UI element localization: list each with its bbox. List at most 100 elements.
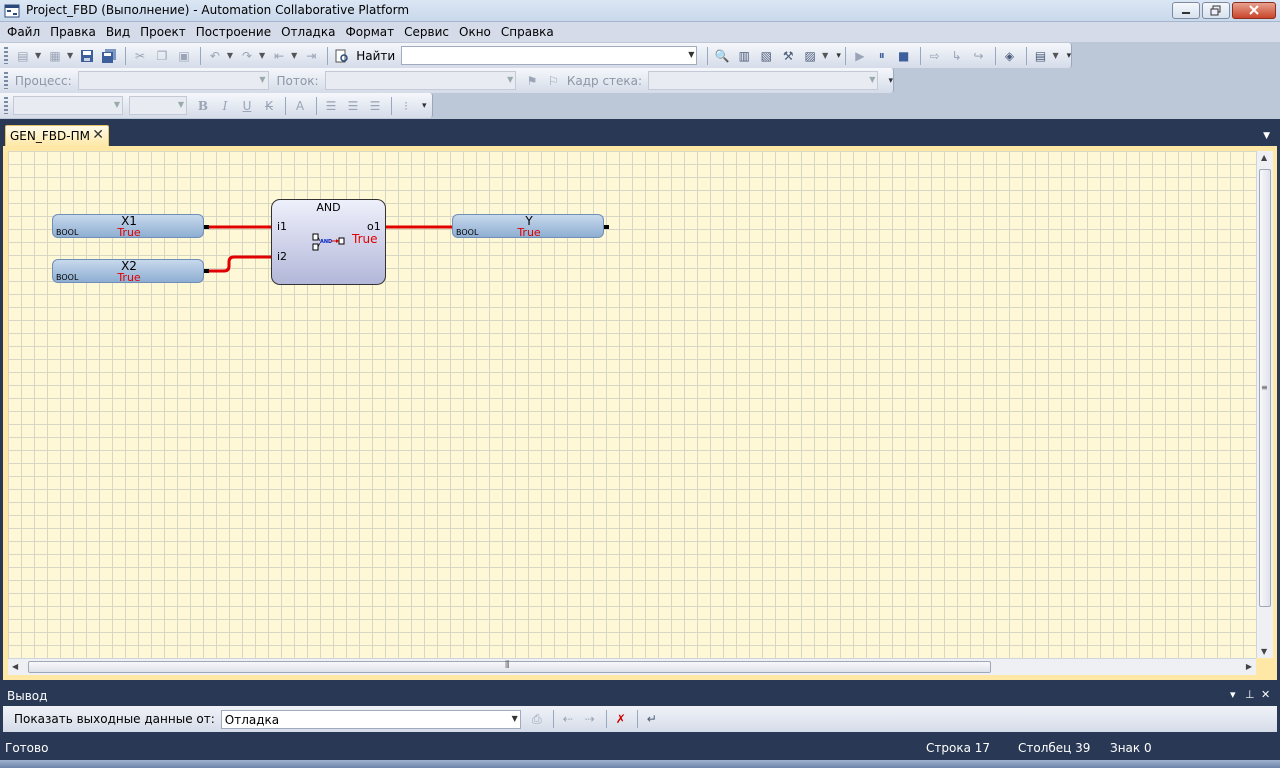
bold-button[interactable]: B (193, 96, 213, 116)
input-variable-x2[interactable]: X2 BOOL True (52, 259, 204, 284)
redo-icon[interactable]: ↷ (237, 46, 257, 66)
chevron-down-icon[interactable]: ▼ (291, 51, 297, 60)
and-function-block[interactable]: AND i1 i2 o1 AND True (271, 199, 386, 285)
chevron-down-icon[interactable]: ▼ (259, 75, 265, 84)
close-tab-icon[interactable]: ✕ (92, 127, 104, 143)
chevron-down-icon[interactable]: ▼ (259, 51, 265, 60)
show-next-statement-icon[interactable]: ⇨ (925, 46, 945, 66)
menu-build[interactable]: Построение (191, 25, 276, 39)
navigate-forward-icon[interactable]: ⇥ (301, 46, 321, 66)
close-button[interactable] (1232, 2, 1276, 19)
paste-icon[interactable]: ▣ (174, 46, 194, 66)
fbd-canvas[interactable]: X1 BOOL True X2 BOOL True AND i1 i2 o1 A… (8, 151, 1256, 658)
align-center-icon[interactable]: ☰ (343, 96, 363, 116)
chevron-down-icon[interactable]: ▼ (869, 75, 875, 84)
toolbar-overflow-icon[interactable]: ▾ (1067, 51, 1072, 61)
input-pin-i1[interactable]: i1 (277, 220, 287, 233)
panel-menu-icon[interactable]: ▾ (1230, 688, 1236, 701)
windows-icon[interactable]: ▨ (800, 46, 820, 66)
breakpoint-icon[interactable]: ◈ (1000, 46, 1020, 66)
chevron-down-icon[interactable]: ▼ (688, 50, 694, 59)
tab-list-icon[interactable]: ▼ (1263, 131, 1270, 141)
scroll-left-icon[interactable]: ◀ (12, 662, 18, 671)
chevron-down-icon[interactable]: ▼ (822, 51, 828, 60)
font-name-combo[interactable]: ▼ (13, 96, 123, 115)
menu-edit[interactable]: Правка (45, 25, 101, 39)
scroll-right-icon[interactable]: ▶ (1246, 662, 1252, 671)
chevron-down-icon[interactable]: ▼ (67, 51, 73, 60)
start-icon[interactable]: ▶ (850, 46, 870, 66)
font-size-combo[interactable]: ▼ (129, 96, 187, 115)
save-icon[interactable] (77, 46, 97, 66)
next-message-icon[interactable]: ⇢ (580, 709, 600, 729)
process-combo[interactable]: ▼ (77, 71, 269, 90)
align-right-icon[interactable]: ☰ (365, 96, 385, 116)
scroll-up-icon[interactable]: ▲ (1261, 153, 1267, 162)
step-over-icon[interactable]: ↪ (969, 46, 989, 66)
toolbox-icon[interactable]: ⚒ (778, 46, 798, 66)
flag-threads-icon[interactable]: ⚐ (544, 71, 563, 91)
properties-icon[interactable]: ▧ (756, 46, 776, 66)
toolbar-grip[interactable] (4, 72, 8, 89)
bullets-icon[interactable]: ⁝ (396, 96, 416, 116)
menu-file[interactable]: Файл (2, 25, 45, 39)
tab-gen-fbd[interactable]: GEN_FBD-ПМ ✕ (5, 125, 109, 146)
output-source-combo[interactable]: Отладка ▼ (220, 709, 521, 729)
input-variable-x1[interactable]: X1 BOOL True (52, 214, 204, 239)
word-wrap-icon[interactable]: ↵ (642, 709, 662, 729)
chevron-down-icon[interactable]: ▼ (507, 75, 513, 84)
toggle-flag-icon[interactable]: ⚑ (522, 71, 541, 91)
menu-view[interactable]: Вид (101, 25, 135, 39)
toolbar-overflow-icon[interactable]: ▾ (422, 101, 427, 111)
toolbar-grip[interactable] (4, 97, 8, 114)
stop-icon[interactable]: ■ (894, 46, 914, 66)
navigate-back-icon[interactable]: ⇤ (269, 46, 289, 66)
stack-frame-combo[interactable]: ▼ (648, 71, 879, 90)
find-combo[interactable]: ▼ (401, 46, 698, 65)
menu-tools[interactable]: Сервис (399, 25, 454, 39)
clear-all-icon[interactable]: ✗ (611, 709, 631, 729)
chevron-down-icon[interactable]: ▼ (1052, 51, 1058, 60)
horizontal-scrollbar[interactable]: ◀ ⦀ ▶ (8, 658, 1256, 675)
restore-button[interactable] (1202, 2, 1230, 19)
close-panel-icon[interactable]: ✕ (1261, 688, 1270, 701)
chevron-down-icon[interactable]: ▼ (114, 100, 120, 109)
previous-message-icon[interactable]: ⇠ (558, 709, 578, 729)
save-all-icon[interactable] (99, 46, 119, 66)
undo-icon[interactable]: ↶ (205, 46, 225, 66)
find-icon[interactable] (332, 46, 352, 66)
font-color-icon[interactable]: A (290, 96, 310, 116)
menu-debug[interactable]: Отладка (276, 25, 340, 39)
add-item-icon[interactable]: ▦ (45, 46, 65, 66)
chevron-down-icon[interactable]: ▼ (35, 51, 41, 60)
solution-explorer-icon[interactable]: ▥ (734, 46, 754, 66)
menu-help[interactable]: Справка (496, 25, 559, 39)
hex-display-icon[interactable]: ▤ (1031, 46, 1051, 66)
menu-window[interactable]: Окно (454, 25, 496, 39)
toolbar-overflow-icon[interactable]: ▾ (836, 51, 841, 61)
step-into-icon[interactable]: ↳ (947, 46, 967, 66)
menu-project[interactable]: Проект (135, 25, 191, 39)
chevron-down-icon[interactable]: ▼ (512, 714, 518, 723)
toolbar-overflow-icon[interactable]: ▾ (888, 76, 893, 86)
copy-icon[interactable]: ❐ (152, 46, 172, 66)
chevron-down-icon[interactable]: ▼ (227, 51, 233, 60)
toolbar-grip[interactable] (4, 47, 8, 64)
find-message-icon[interactable]: ⎙ (527, 709, 547, 729)
align-left-icon[interactable]: ☰ (321, 96, 341, 116)
new-project-icon[interactable]: ▤ (13, 46, 33, 66)
cut-icon[interactable]: ✂ (130, 46, 150, 66)
italic-button[interactable]: I (215, 96, 235, 116)
underline-button[interactable]: U (237, 96, 257, 116)
minimize-button[interactable] (1172, 2, 1200, 19)
pin-icon[interactable]: ⊥ (1245, 688, 1255, 701)
chevron-down-icon[interactable]: ▼ (178, 100, 184, 109)
strikethrough-button[interactable]: K (259, 96, 279, 116)
pause-icon[interactable]: ⏸ (872, 46, 892, 66)
menu-format[interactable]: Формат (340, 25, 399, 39)
find-in-files-icon[interactable]: 🔍 (712, 46, 732, 66)
thread-combo[interactable]: ▼ (324, 71, 517, 90)
output-variable-y[interactable]: Y BOOL True (452, 214, 604, 239)
vertical-scrollbar[interactable]: ▲ ≡ ▼ (1256, 151, 1273, 658)
scroll-down-icon[interactable]: ▼ (1261, 647, 1267, 656)
